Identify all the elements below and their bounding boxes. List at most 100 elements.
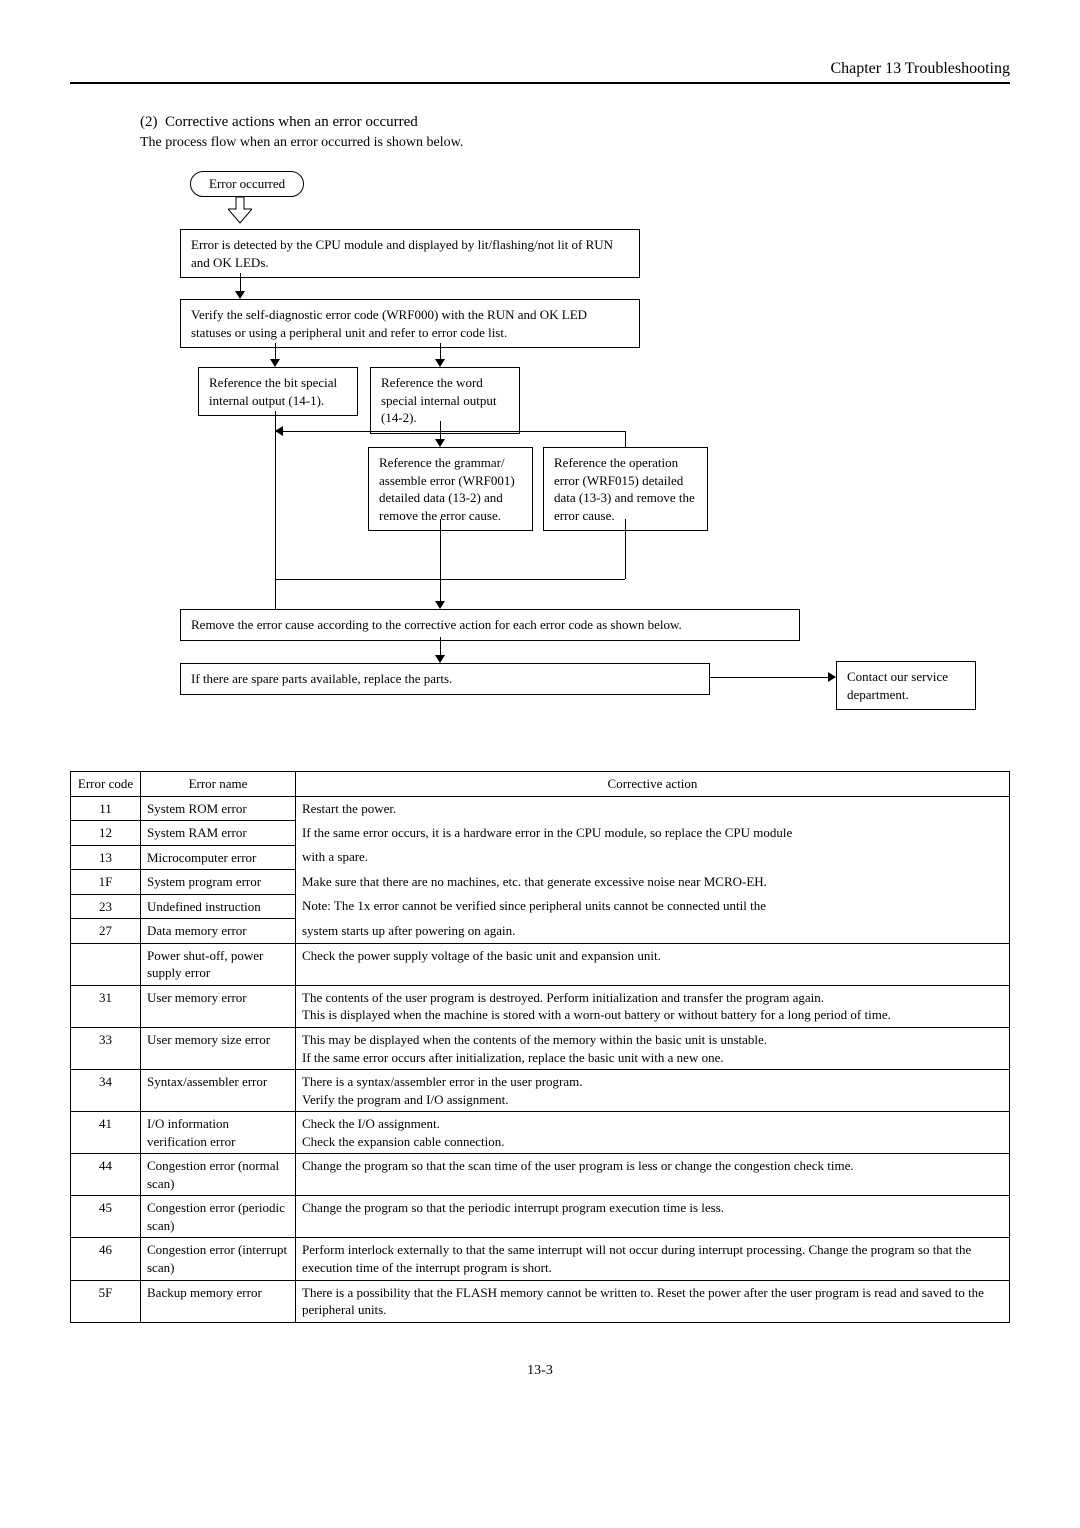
section-num: (2)	[140, 114, 158, 130]
cell-code: 12	[71, 821, 141, 846]
cell-action: Check the power supply voltage of the ba…	[296, 943, 1010, 985]
cell-name: Data memory error	[141, 919, 296, 944]
cell-name: User memory error	[141, 985, 296, 1027]
cell-name: System program error	[141, 870, 296, 895]
arrow-left-icon	[275, 426, 283, 436]
cell-name: Congestion error (interrupt scan)	[141, 1238, 296, 1280]
flow-line	[440, 519, 441, 579]
cell-code: 44	[71, 1154, 141, 1196]
cell-name: Power shut-off, power supply error	[141, 943, 296, 985]
cell-action: Perform interlock externally to that the…	[296, 1238, 1010, 1280]
error-code-table: Error code Error name Corrective action …	[70, 771, 1010, 1323]
table-row: 46 Congestion error (interrupt scan) Per…	[71, 1238, 1010, 1280]
arrow-down-icon	[435, 439, 445, 447]
cell-code: 41	[71, 1112, 141, 1154]
cell-name: User memory size error	[141, 1028, 296, 1070]
cell-name: Congestion error (periodic scan)	[141, 1196, 296, 1238]
cell-action: Check the I/O assignment.Check the expan…	[296, 1112, 1010, 1154]
flow-box-5: Remove the error cause according to the …	[180, 609, 800, 641]
arrow-down-icon	[435, 359, 445, 367]
cell-code: 34	[71, 1070, 141, 1112]
table-row: 44 Congestion error (normal scan) Change…	[71, 1154, 1010, 1196]
cell-code: 5F	[71, 1280, 141, 1322]
arrow-down-icon	[435, 601, 445, 609]
cell-action: system starts up after powering on again…	[296, 919, 1010, 944]
cell-action: The contents of the user program is dest…	[296, 985, 1010, 1027]
arrow-down-icon	[270, 359, 280, 367]
cell-code: 1F	[71, 870, 141, 895]
flow-start: Error occurred	[190, 171, 304, 197]
cell-name: Microcomputer error	[141, 845, 296, 870]
flow-line	[710, 677, 830, 678]
cell-code: 23	[71, 894, 141, 919]
flow-line	[275, 411, 276, 611]
section-subtitle: The process flow when an error occurred …	[140, 135, 1010, 151]
cell-action: Change the program so that the periodic …	[296, 1196, 1010, 1238]
cell-action: This may be displayed when the contents …	[296, 1028, 1010, 1070]
cell-code: 45	[71, 1196, 141, 1238]
flow-box-1: Error is detected by the CPU module and …	[180, 229, 640, 278]
col-error-code: Error code	[71, 772, 141, 797]
cell-code: 27	[71, 919, 141, 944]
table-row: 13 Microcomputer error with a spare.	[71, 845, 1010, 870]
table-row: 12 System RAM error If the same error oc…	[71, 821, 1010, 846]
cell-code: 13	[71, 845, 141, 870]
flowchart: Error occurred Error is detected by the …	[180, 171, 980, 741]
col-corrective-action: Corrective action	[296, 772, 1010, 797]
flow-line	[440, 579, 441, 603]
table-row: 23 Undefined instruction Note: The 1x er…	[71, 894, 1010, 919]
arrow-right-icon	[828, 672, 836, 682]
chapter-header: Chapter 13 Troubleshooting	[70, 60, 1010, 84]
cell-action: There is a syntax/assembler error in the…	[296, 1070, 1010, 1112]
cell-action: with a spare.	[296, 845, 1010, 870]
cell-name: Congestion error (normal scan)	[141, 1154, 296, 1196]
cell-name: Backup memory error	[141, 1280, 296, 1322]
flow-box-2: Verify the self-diagnostic error code (W…	[180, 299, 640, 348]
table-row: 11 System ROM error Restart the power.	[71, 796, 1010, 821]
table-row: 31 User memory error The contents of the…	[71, 985, 1010, 1027]
table-row: 41 I/O information verification error Ch…	[71, 1112, 1010, 1154]
table-row: 34 Syntax/assembler error There is a syn…	[71, 1070, 1010, 1112]
cell-action: Make sure that there are no machines, et…	[296, 870, 1010, 895]
cell-name: System ROM error	[141, 796, 296, 821]
flow-line	[275, 579, 625, 580]
section-title-text: Corrective actions when an error occurre…	[165, 114, 418, 130]
cell-action: Note: The 1x error cannot be verified si…	[296, 894, 1010, 919]
table-row: 33 User memory size error This may be di…	[71, 1028, 1010, 1070]
cell-code	[71, 943, 141, 985]
arrow-down-icon	[435, 655, 445, 663]
arrow-down-icon	[235, 291, 245, 299]
col-error-name: Error name	[141, 772, 296, 797]
table-header-row: Error code Error name Corrective action	[71, 772, 1010, 797]
cell-action: Change the program so that the scan time…	[296, 1154, 1010, 1196]
cell-action: If the same error occurs, it is a hardwa…	[296, 821, 1010, 846]
cell-code: 31	[71, 985, 141, 1027]
cell-name: I/O information verification error	[141, 1112, 296, 1154]
flow-line	[440, 637, 441, 657]
flow-box-7: Contact our service department.	[836, 661, 976, 710]
flow-line	[625, 431, 626, 447]
cell-code: 11	[71, 796, 141, 821]
table-row: 45 Congestion error (periodic scan) Chan…	[71, 1196, 1010, 1238]
table-row: 5F Backup memory error There is a possib…	[71, 1280, 1010, 1322]
flow-box-6: If there are spare parts available, repl…	[180, 663, 710, 695]
cell-code: 46	[71, 1238, 141, 1280]
cell-name: System RAM error	[141, 821, 296, 846]
table-row: 1F System program error Make sure that t…	[71, 870, 1010, 895]
flow-line	[275, 431, 625, 432]
cell-action: Restart the power.	[296, 796, 1010, 821]
flow-box-4a: Reference the grammar/ assemble error (W…	[368, 447, 533, 531]
cell-action: There is a possibility that the FLASH me…	[296, 1280, 1010, 1322]
table-row: Power shut-off, power supply error Check…	[71, 943, 1010, 985]
flow-box-3b: Reference the word special internal outp…	[370, 367, 520, 434]
flow-box-3a: Reference the bit special internal outpu…	[198, 367, 358, 416]
flow-line	[625, 519, 626, 579]
table-row: 27 Data memory error system starts up af…	[71, 919, 1010, 944]
flow-line	[240, 273, 241, 293]
cell-name: Syntax/assembler error	[141, 1070, 296, 1112]
cell-name: Undefined instruction	[141, 894, 296, 919]
hollow-arrow-icon	[228, 197, 252, 225]
page-number: 13-3	[70, 1363, 1010, 1379]
section-title: (2) Corrective actions when an error occ…	[140, 114, 1010, 131]
cell-code: 33	[71, 1028, 141, 1070]
